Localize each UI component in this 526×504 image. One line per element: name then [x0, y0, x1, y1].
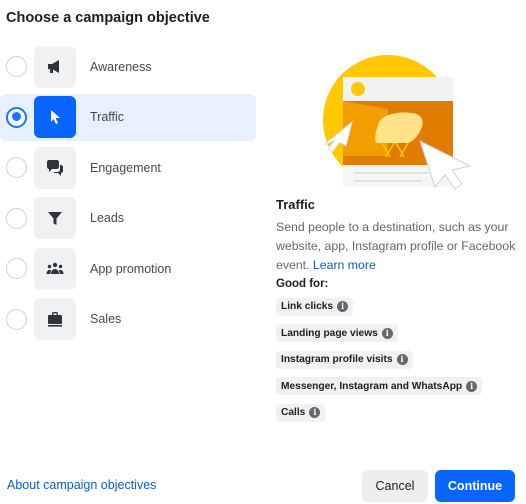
objective-detail: Traffic Send people to a destination, su… — [276, 197, 526, 429]
objective-app-promotion[interactable]: App promotion — [0, 245, 256, 292]
people-icon — [34, 247, 76, 290]
objective-leads[interactable]: Leads — [0, 195, 256, 242]
radio-engagement[interactable] — [6, 157, 27, 178]
objective-engagement[interactable]: Engagement — [0, 144, 256, 191]
good-for-chip: Calls i — [276, 403, 326, 422]
good-for-chip: Instagram profile visits i — [276, 350, 413, 369]
cursor-icon — [34, 96, 76, 138]
objective-label: Awareness — [90, 59, 152, 74]
chat-bubbles-icon — [34, 146, 76, 189]
objective-list: Awareness Traffic Engagement Leads App p… — [0, 43, 256, 346]
radio-awareness[interactable] — [6, 56, 27, 77]
good-for-chip: Landing page views i — [276, 324, 398, 342]
info-icon[interactable]: i — [309, 407, 321, 418]
objective-traffic[interactable]: Traffic — [0, 93, 256, 141]
detail-description: Send people to a destination, such as yo… — [276, 220, 516, 272]
continue-button[interactable]: Continue — [435, 470, 515, 502]
good-for-label: Good for: — [276, 278, 329, 290]
objective-label: Leads — [90, 211, 125, 225]
info-icon[interactable]: i — [396, 354, 408, 365]
objective-label: Engagement — [90, 160, 161, 175]
objective-label: App promotion — [90, 261, 172, 276]
info-icon[interactable]: i — [466, 380, 478, 392]
good-for-list: Link clicks i Landing page views i Instagr… — [276, 296, 526, 429]
good-for-chip: Link clicks i — [276, 297, 354, 316]
filter-icon — [34, 197, 76, 239]
dialog-title: Choose a campaign objective — [6, 10, 210, 26]
info-icon[interactable]: i — [337, 301, 349, 312]
info-icon[interactable]: i — [381, 327, 393, 339]
learn-more-link[interactable]: Learn more — [313, 258, 376, 272]
radio-app-promotion[interactable] — [6, 258, 27, 279]
megaphone-icon — [34, 45, 76, 88]
radio-leads[interactable] — [6, 207, 27, 229]
radio-traffic[interactable] — [6, 106, 27, 128]
detail-title: Traffic — [276, 197, 316, 212]
objective-label: Traffic — [90, 110, 125, 124]
cancel-button[interactable]: Cancel — [362, 470, 428, 502]
about-campaign-objectives-link[interactable]: About campaign objectives — [7, 478, 156, 492]
objective-sales[interactable]: Sales — [0, 296, 256, 343]
traffic-illustration — [323, 55, 472, 190]
objective-label: Sales — [90, 312, 122, 326]
good-for-chip: Messenger, Instagram and WhatsApp i — [276, 377, 483, 395]
radio-sales[interactable] — [6, 308, 27, 330]
briefcase-icon — [34, 298, 76, 340]
objective-awareness[interactable]: Awareness — [0, 43, 256, 90]
